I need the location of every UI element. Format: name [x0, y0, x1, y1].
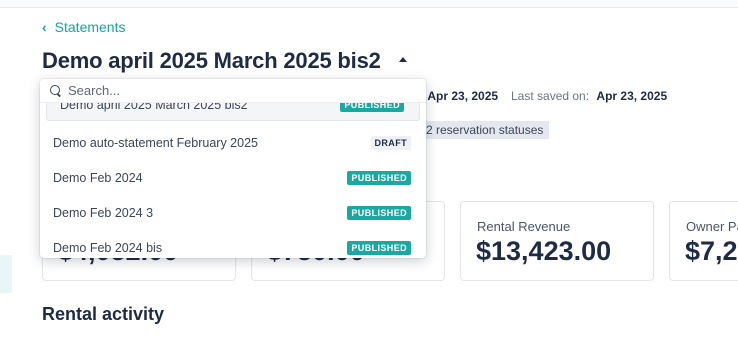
created-date: :Apr 23, 2025 [420, 89, 498, 103]
reservation-status-chip[interactable]: 2 reservation statuses [420, 121, 550, 139]
card-value: $7,2 [685, 236, 738, 266]
dropdown-option[interactable]: Demo Feb 2024 bis PUBLISHED [40, 230, 426, 258]
rental-activity-heading: Rental activity [42, 304, 165, 324]
status-badge: PUBLISHED [347, 205, 411, 220]
status-badge: PUBLISHED [347, 240, 411, 255]
owner-payout-card: Owner Pa $7,2 [669, 201, 738, 281]
search-icon [50, 84, 62, 97]
chevron-left-icon: ‹ [42, 19, 47, 35]
dropdown-option[interactable]: Demo Feb 2024 3 PUBLISHED [40, 195, 426, 230]
sidebar-edge [0, 255, 12, 293]
created-value: Apr 23, 2025 [427, 89, 499, 103]
top-bar [0, 0, 738, 8]
rental-revenue-card: Rental Revenue $13,423.00 [460, 201, 654, 281]
option-label: Demo Feb 2024 bis [53, 240, 163, 255]
page-title[interactable]: Demo april 2025 March 2025 bis2 [42, 48, 407, 74]
last-saved: Last saved on: Apr 23, 2025 [511, 89, 667, 103]
dropdown-option[interactable]: Demo auto-statement February 2025 DRAFT [40, 125, 426, 160]
statement-dropdown: Demo april 2025 March 2025 bis2 PUBLISHE… [40, 79, 426, 258]
card-label: Owner Pa [686, 219, 738, 234]
card-value: $13,423.00 [476, 236, 612, 266]
status-badge: DRAFT [370, 135, 411, 150]
dropdown-search [40, 79, 426, 103]
last-saved-value: Apr 23, 2025 [596, 89, 668, 103]
dropdown-option[interactable]: Demo Feb 2024 PUBLISHED [40, 160, 426, 195]
search-input[interactable] [68, 83, 388, 98]
caret-up-icon[interactable] [398, 56, 407, 62]
back-to-statements-link[interactable]: ‹ Statements [42, 19, 126, 35]
status-badge: PUBLISHED [347, 170, 411, 185]
last-saved-label: Last saved on: [511, 89, 590, 103]
option-label: Demo Feb 2024 3 [53, 205, 154, 220]
statement-title: Demo april 2025 March 2025 bis2 [42, 48, 381, 73]
card-label: Rental Revenue [477, 219, 571, 234]
option-label: Demo auto-statement February 2025 [53, 135, 258, 150]
option-label: Demo Feb 2024 [53, 170, 143, 185]
back-link-label: Statements [54, 19, 126, 35]
